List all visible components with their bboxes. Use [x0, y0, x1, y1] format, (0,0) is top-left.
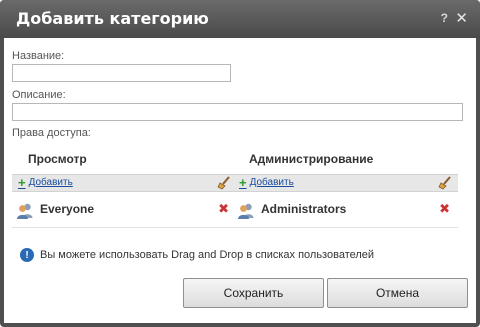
broom-icon[interactable]: [217, 176, 231, 190]
view-panel-toolbar: + Добавить: [12, 174, 237, 192]
name-field[interactable]: [12, 64, 231, 82]
list-item[interactable]: Everyone ✖: [12, 192, 237, 228]
cancel-button[interactable]: Отмена: [327, 278, 468, 308]
admin-add-label: Добавить: [249, 177, 294, 188]
remove-icon[interactable]: ✖: [439, 201, 450, 217]
dialog-body: Название: Описание: Права доступа: Просм…: [4, 38, 476, 323]
description-label: Описание:: [12, 89, 66, 101]
users-icon: [238, 203, 254, 219]
description-field[interactable]: [12, 103, 463, 121]
info-icon: !: [20, 248, 34, 262]
dialog-titlebar[interactable]: Добавить категорию ? ✕: [0, 0, 480, 38]
users-icon: [17, 203, 33, 219]
remove-icon[interactable]: ✖: [218, 201, 229, 217]
broom-icon[interactable]: [438, 176, 452, 190]
dialog-title: Добавить категорию: [16, 9, 209, 28]
close-icon[interactable]: ✕: [455, 9, 468, 27]
add-category-dialog: Добавить категорию ? ✕ Название: Описани…: [0, 0, 480, 327]
name-label: Название:: [12, 50, 65, 62]
admin-panel-heading: Администрирование: [249, 152, 374, 166]
plus-icon: +: [18, 174, 26, 190]
admin-permissions-panel: Администрирование + Добавить Administrat…: [233, 146, 458, 228]
admin-panel-toolbar: + Добавить: [233, 174, 458, 192]
view-add-user-button[interactable]: + Добавить: [18, 174, 73, 190]
view-add-label: Добавить: [28, 177, 73, 188]
view-panel-heading: Просмотр: [28, 152, 87, 166]
drag-drop-hint: ! Вы можете использовать Drag and Drop в…: [20, 248, 374, 262]
save-button[interactable]: Сохранить: [183, 278, 324, 308]
user-name: Everyone: [40, 202, 95, 216]
list-item[interactable]: Administrators ✖: [233, 192, 458, 228]
view-permissions-panel: Просмотр + Добавить Everyone ✖: [12, 146, 237, 228]
admin-add-user-button[interactable]: + Добавить: [239, 174, 294, 190]
help-icon[interactable]: ?: [441, 11, 448, 25]
user-name: Administrators: [261, 202, 347, 216]
access-rights-label: Права доступа:: [12, 127, 91, 139]
hint-text: Вы можете использовать Drag and Drop в с…: [40, 249, 375, 261]
plus-icon: +: [239, 174, 247, 190]
